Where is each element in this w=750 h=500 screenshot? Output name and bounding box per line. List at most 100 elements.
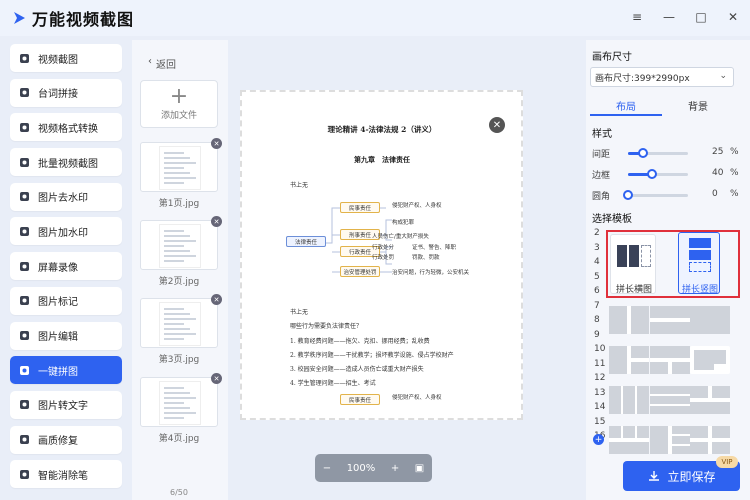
template-tile[interactable] [690, 306, 730, 334]
add-template-icon[interactable]: + [593, 434, 604, 445]
panel-tabs: 布局 背景 [590, 96, 734, 116]
sidebar-item-label: 画质修复 [38, 436, 78, 448]
template-tile[interactable] [690, 386, 730, 414]
sidebar-item-label: 智能消除笔 [38, 470, 88, 482]
mindmap-leaf: 证书、警告、降职 [412, 245, 457, 251]
sidebar-item-label: 台词拼接 [38, 89, 78, 101]
mindmap-leaf: 构成犯罪 [392, 220, 415, 226]
doc-chapter: 第九章 法律责任 [354, 155, 410, 164]
remove-file-icon[interactable]: ✕ [211, 294, 222, 305]
tab-background[interactable]: 背景 [662, 96, 734, 116]
sidebar-item[interactable]: 一键拼图 [10, 356, 122, 385]
sidebar-item-label: 批量视频截图 [38, 158, 98, 170]
sidebar-item-label: 图片加水印 [38, 227, 88, 239]
template-tile[interactable] [609, 346, 649, 374]
sidebar-item[interactable]: 图片去水印 [10, 182, 122, 211]
sidebar-item[interactable]: 屏幕录像 [10, 252, 122, 281]
slider-track[interactable] [628, 148, 688, 158]
file-name: 第4页.jpg [158, 434, 200, 444]
template-count[interactable]: 4 [594, 257, 600, 267]
sidebar-item[interactable]: 图片标记 [10, 286, 122, 315]
slider-unit: % [730, 189, 739, 199]
template-count[interactable]: 14 [594, 402, 605, 412]
template-count[interactable]: 15 [594, 417, 605, 427]
sidebar-item[interactable]: 图片加水印 [10, 217, 122, 246]
vip-badge: VIP [716, 456, 738, 468]
template-tile[interactable] [650, 306, 690, 334]
slider-handle[interactable] [647, 169, 657, 179]
slider-row: 边框 40% [592, 167, 742, 181]
template-count[interactable]: 5 [594, 272, 600, 282]
slider-track[interactable] [628, 169, 688, 179]
template-count[interactable]: 12 [594, 373, 605, 383]
sidebar: 视频截图台词拼接视频格式转换批量视频截图图片去水印图片加水印屏幕录像图片标记图片… [10, 44, 122, 495]
collage-icon [18, 364, 30, 376]
template-tile[interactable] [609, 386, 649, 414]
template-count[interactable]: 2 [594, 228, 600, 238]
canvas-size-select[interactable]: 画布尺寸:399*2990px ⌄ [590, 67, 734, 87]
template-count[interactable]: 13 [594, 388, 605, 398]
back-button[interactable]: ‹ 返回 [148, 56, 176, 71]
file-thumbnail[interactable]: ✕ [140, 294, 222, 348]
template-tile[interactable] [650, 346, 690, 374]
format-convert-icon [18, 121, 30, 133]
zoom-out-button[interactable]: − [323, 463, 331, 474]
app-logo: 万能视频截图 [12, 6, 134, 30]
slider-handle[interactable] [623, 190, 633, 200]
template-count[interactable]: 8 [594, 315, 600, 325]
plus-icon: + [169, 83, 189, 109]
menu-icon[interactable]: ≡ [628, 8, 646, 26]
remove-file-icon[interactable]: ✕ [211, 373, 222, 384]
zoom-bar: − 100% + ▣ [315, 454, 432, 482]
remove-file-icon[interactable]: ✕ [211, 216, 222, 227]
sidebar-item[interactable]: 画质修复 [10, 425, 122, 454]
sidebar-item-label: 一键拼图 [38, 366, 78, 378]
fit-screen-icon[interactable]: ▣ [415, 463, 424, 474]
template-count[interactable]: 3 [594, 243, 600, 253]
template-tile[interactable] [650, 386, 690, 414]
file-thumbnail[interactable]: ✕ [140, 216, 222, 270]
close-icon[interactable]: ✕ [724, 8, 742, 26]
canvas-size-value: 画布尺寸:399*2990px [595, 73, 690, 84]
sidebar-item[interactable]: 图片编辑 [10, 321, 122, 350]
file-thumbnail[interactable]: ✕ [140, 373, 222, 427]
sidebar-item[interactable]: 批量视频截图 [10, 148, 122, 177]
mindmap-leaf: 侵犯财产权、人身权 [392, 203, 442, 209]
template-count[interactable]: 10 [594, 344, 605, 354]
sidebar-item[interactable]: 视频格式转换 [10, 113, 122, 142]
sidebar-item-label: 屏幕录像 [38, 262, 78, 274]
logo-icon [14, 12, 25, 24]
chevron-down-icon: ⌄ [719, 71, 727, 81]
file-name: 第3页.jpg [158, 355, 200, 365]
template-tile[interactable] [609, 426, 649, 454]
template-tile[interactable] [650, 426, 690, 454]
remove-file-icon[interactable]: ✕ [211, 138, 222, 149]
template-tile[interactable] [609, 306, 649, 334]
sidebar-item[interactable]: 视频截图 [10, 44, 122, 72]
slider-track[interactable] [623, 190, 688, 200]
sidebar-item[interactable]: 台词拼接 [10, 78, 122, 107]
sidebar-item[interactable]: 图片转文字 [10, 390, 122, 419]
slider-value: 0 [712, 189, 718, 199]
template-count[interactable]: 11 [594, 359, 605, 369]
zoom-in-button[interactable]: + [391, 463, 399, 474]
sidebar-item[interactable]: 智能消除笔 [10, 460, 122, 489]
slider-label: 间距 [592, 150, 611, 160]
template-count[interactable]: 7 [594, 301, 600, 311]
maximize-icon[interactable]: □ [692, 8, 710, 26]
minimize-icon[interactable]: — [660, 8, 678, 26]
file-thumbnail[interactable]: ✕ [140, 138, 222, 192]
template-tile[interactable] [690, 346, 730, 374]
canvas-size-title: 画布尺寸 [592, 52, 632, 63]
mindmap-node: 民事责任 [340, 394, 380, 405]
template-count[interactable]: 9 [594, 330, 600, 340]
slider-label: 边框 [592, 171, 611, 181]
slider-row: 圆角 0% [592, 188, 742, 202]
slider-row: 间距 25% [592, 146, 742, 160]
template-count[interactable]: 6 [594, 286, 600, 296]
template-tile[interactable] [690, 426, 730, 454]
add-file-button[interactable]: + 添加文件 [140, 80, 218, 128]
screen-record-icon [18, 260, 30, 272]
slider-handle[interactable] [638, 148, 648, 158]
tab-layout[interactable]: 布局 [590, 96, 662, 116]
